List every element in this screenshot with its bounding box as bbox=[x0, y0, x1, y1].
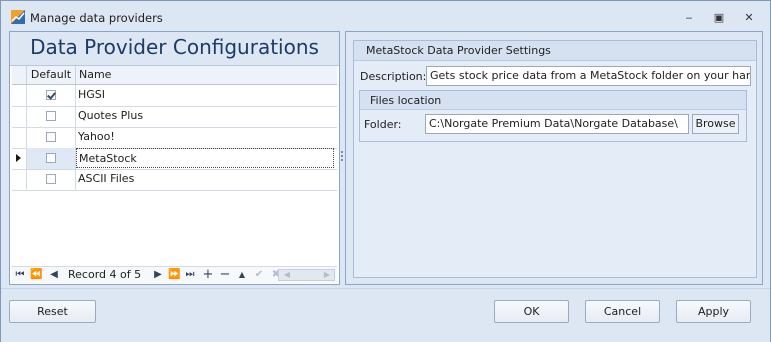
first-record-icon[interactable]: ⏮ bbox=[14, 267, 26, 283]
reset-button[interactable]: Reset bbox=[9, 300, 96, 323]
files-location-title: Files location bbox=[370, 94, 442, 107]
prev-page-icon[interactable]: ⏪ bbox=[30, 267, 42, 283]
provider-name[interactable]: ASCII Files bbox=[76, 169, 334, 189]
delete-record-icon[interactable]: − bbox=[219, 267, 231, 283]
provider-name[interactable]: Yahoo! bbox=[76, 127, 334, 147]
provider-row[interactable]: MetaStock bbox=[12, 148, 337, 170]
record-position: Record 4 of 5 bbox=[68, 268, 142, 281]
description-label: Description: bbox=[360, 70, 427, 83]
group-title: MetaStock Data Provider Settings bbox=[366, 44, 551, 57]
scroll-right-icon[interactable]: ▶ bbox=[321, 267, 333, 283]
title-bar: Manage data providers ‒ ▣ ✕ bbox=[1, 1, 770, 31]
panel-splitter[interactable] bbox=[340, 149, 344, 165]
provider-list-panel: Data Provider Configurations Default Nam… bbox=[9, 31, 340, 285]
default-checkbox[interactable] bbox=[46, 90, 56, 100]
dialog-footer: Reset OK Cancel Apply bbox=[1, 288, 770, 342]
row-indicator bbox=[12, 169, 27, 190]
apply-button[interactable]: Apply bbox=[676, 300, 751, 323]
default-checkbox[interactable] bbox=[46, 153, 56, 163]
metastock-settings-group: MetaStock Data Provider Settings Descrip… bbox=[353, 40, 757, 278]
row-indicator bbox=[12, 106, 27, 127]
minimize-icon[interactable]: ‒ bbox=[681, 10, 697, 24]
maximize-icon[interactable]: ▣ bbox=[711, 10, 727, 24]
edit-record-icon[interactable]: ▲ bbox=[236, 267, 248, 283]
column-header-name[interactable]: Name bbox=[76, 66, 337, 84]
provider-row[interactable]: ASCII Files bbox=[12, 169, 337, 191]
group-title-bar: MetaStock Data Provider Settings bbox=[354, 41, 756, 61]
panel-title: Data Provider Configurations bbox=[30, 35, 319, 59]
files-location-group: Files location Folder: C:\Norgate Premiu… bbox=[359, 90, 747, 142]
post-edit-icon: ✔ bbox=[254, 269, 264, 280]
grid-header: Default Name bbox=[12, 66, 337, 85]
provider-name[interactable]: Quotes Plus bbox=[76, 106, 334, 126]
panel-header: Data Provider Configurations bbox=[10, 32, 339, 66]
manage-data-providers-window: Manage data providers ‒ ▣ ✕ Data Provide… bbox=[0, 0, 771, 342]
provider-row[interactable]: Yahoo! bbox=[12, 127, 337, 149]
folder-field[interactable]: C:\Norgate Premium Data\Norgate Database… bbox=[425, 114, 689, 134]
default-cell bbox=[27, 169, 76, 190]
close-icon[interactable]: ✕ bbox=[741, 10, 757, 24]
row-indicator bbox=[12, 127, 27, 148]
default-cell bbox=[27, 148, 76, 169]
provider-row[interactable]: Quotes Plus bbox=[12, 106, 337, 128]
column-header-default[interactable]: Default bbox=[27, 66, 76, 84]
record-navigator: ⏮ ⏪ ◀ Record 4 of 5 ▶ ⏩ ⏭ + − ▲ ✔ ✖ ◀ ▶ bbox=[12, 266, 337, 283]
indicator-column-header bbox=[12, 66, 27, 84]
client-area: Data Provider Configurations Default Nam… bbox=[9, 31, 763, 285]
default-cell bbox=[27, 106, 76, 127]
ok-button[interactable]: OK bbox=[494, 300, 569, 323]
provider-name[interactable]: HGSI bbox=[76, 85, 334, 105]
settings-panel: MetaStock Data Provider Settings Descrip… bbox=[345, 31, 763, 285]
default-checkbox[interactable] bbox=[46, 174, 56, 184]
description-field[interactable]: Gets stock price data from a MetaStock f… bbox=[426, 66, 751, 86]
default-checkbox[interactable] bbox=[46, 111, 56, 121]
horizontal-scrollbar[interactable]: ◀ ▶ bbox=[278, 269, 335, 281]
folder-label: Folder: bbox=[364, 118, 402, 131]
last-record-icon[interactable]: ⏭ bbox=[184, 267, 196, 283]
scroll-left-icon[interactable]: ◀ bbox=[281, 267, 293, 283]
provider-name[interactable]: MetaStock bbox=[76, 148, 334, 168]
default-cell bbox=[27, 85, 76, 106]
browse-button[interactable]: Browse bbox=[692, 114, 739, 134]
provider-row[interactable]: HGSI bbox=[12, 85, 337, 107]
default-checkbox[interactable] bbox=[46, 132, 56, 142]
row-indicator bbox=[12, 85, 27, 106]
window-title: Manage data providers bbox=[30, 11, 163, 25]
append-record-icon[interactable]: + bbox=[202, 267, 214, 283]
default-cell bbox=[27, 127, 76, 148]
next-record-icon[interactable]: ▶ bbox=[152, 267, 164, 283]
current-row-arrow-icon bbox=[16, 154, 21, 162]
cancel-button[interactable]: Cancel bbox=[585, 300, 660, 323]
files-location-title-bar: Files location bbox=[360, 91, 746, 110]
prev-record-icon[interactable]: ◀ bbox=[48, 267, 60, 283]
next-page-icon[interactable]: ⏩ bbox=[168, 267, 180, 283]
row-indicator bbox=[12, 148, 27, 169]
app-icon bbox=[11, 10, 25, 24]
